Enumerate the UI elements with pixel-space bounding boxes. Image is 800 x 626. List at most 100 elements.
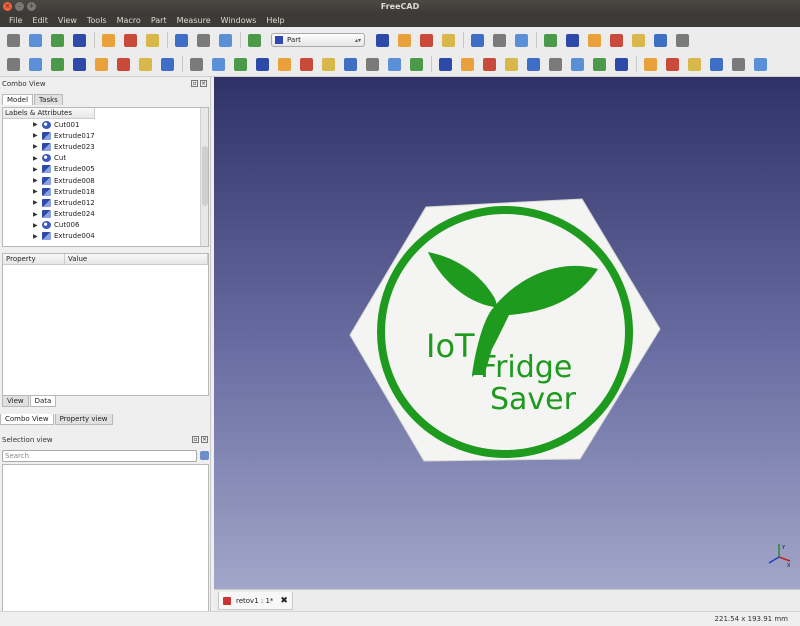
expand-arrow-icon[interactable]: ▶ — [33, 143, 42, 150]
new-file-button[interactable] — [4, 31, 22, 49]
search-clear-icon[interactable] — [200, 451, 209, 460]
join-button[interactable] — [524, 55, 542, 73]
view-front-button[interactable] — [563, 31, 581, 49]
tab-data[interactable]: Data — [29, 396, 57, 407]
tree-scrollbar-thumb[interactable] — [202, 146, 208, 206]
torus-button[interactable] — [92, 55, 110, 73]
expand-arrow-icon[interactable]: ▶ — [33, 199, 42, 206]
tree-item[interactable]: ▶ Extrude018 — [3, 186, 208, 197]
measure-clear-button[interactable] — [707, 55, 725, 73]
run-macro-button[interactable] — [439, 31, 457, 49]
menu-windows[interactable]: Windows — [216, 14, 262, 27]
tree-item[interactable]: ▶ Extrude004 — [3, 231, 208, 242]
refresh-button[interactable] — [216, 31, 234, 49]
close-selection-icon[interactable]: × — [201, 436, 208, 443]
fillet-button[interactable] — [253, 55, 271, 73]
tab-tasks[interactable]: Tasks — [34, 94, 63, 105]
redo-button[interactable] — [194, 31, 212, 49]
fit-all-button[interactable] — [468, 31, 486, 49]
expand-arrow-icon[interactable]: ▶ — [33, 155, 42, 162]
expand-arrow-icon[interactable]: ▶ — [33, 233, 42, 240]
float-selection-icon[interactable]: ▫ — [192, 436, 199, 443]
view-isometric-button[interactable] — [541, 31, 559, 49]
cut-button[interactable] — [99, 31, 117, 49]
expand-arrow-icon[interactable]: ▶ — [33, 121, 42, 128]
common-button[interactable] — [502, 55, 520, 73]
expand-arrow-icon[interactable]: ▶ — [33, 222, 42, 229]
check-geometry-button[interactable] — [590, 55, 608, 73]
stop-macro-button[interactable] — [395, 31, 413, 49]
extrude-button[interactable] — [187, 55, 205, 73]
undo-button[interactable] — [172, 31, 190, 49]
tree-scrollbar[interactable] — [200, 108, 208, 246]
expand-arrow-icon[interactable]: ▶ — [33, 166, 42, 173]
open-file-button[interactable] — [26, 31, 44, 49]
measure-refresh-button[interactable] — [685, 55, 703, 73]
close-panel-icon[interactable]: × — [200, 80, 207, 87]
defeaturing-button[interactable] — [612, 55, 630, 73]
chamfer-button[interactable] — [275, 55, 293, 73]
shape-builder-button[interactable] — [158, 55, 176, 73]
tab-property-view[interactable]: Property view — [54, 414, 113, 425]
print-button[interactable] — [70, 31, 88, 49]
fuse-button[interactable] — [480, 55, 498, 73]
tree-item[interactable]: ▶ Extrude008 — [3, 175, 208, 186]
tube-button[interactable] — [114, 55, 132, 73]
tree-item[interactable]: ▶ Cut006 — [3, 220, 208, 231]
menu-measure[interactable]: Measure — [172, 14, 216, 27]
document-tab[interactable]: retov1 : 1* ✖ — [218, 592, 293, 610]
primitives-button[interactable] — [136, 55, 154, 73]
mirror-button[interactable] — [231, 55, 249, 73]
view-top-button[interactable] — [585, 31, 603, 49]
view-rear-button[interactable] — [629, 31, 647, 49]
compound-button[interactable] — [568, 55, 586, 73]
menu-macro[interactable]: Macro — [112, 14, 146, 27]
tree-item[interactable]: ▶ Extrude005 — [3, 164, 208, 175]
tree-item[interactable]: ▶ Extrude017 — [3, 130, 208, 141]
edit-macro-button[interactable] — [417, 31, 435, 49]
toggle-delta-button[interactable] — [751, 55, 769, 73]
menu-view[interactable]: View — [53, 14, 82, 27]
selection-search-input[interactable]: Search — [2, 450, 197, 462]
expand-arrow-icon[interactable]: ▶ — [33, 132, 42, 139]
close-document-icon[interactable]: ✖ — [280, 596, 288, 606]
cylinder-button[interactable] — [26, 55, 44, 73]
float-panel-icon[interactable]: ▫ — [191, 80, 198, 87]
expand-arrow-icon[interactable]: ▶ — [33, 211, 42, 218]
menu-tools[interactable]: Tools — [82, 14, 112, 27]
tree-item[interactable]: ▶ Cut — [3, 153, 208, 164]
3d-viewport[interactable]: IoT Fridge Saver Y X — [214, 77, 800, 589]
view-right-button[interactable] — [607, 31, 625, 49]
cut-button[interactable] — [458, 55, 476, 73]
measure-angular-button[interactable] — [663, 55, 681, 73]
copy-button[interactable] — [121, 31, 139, 49]
record-macro-button[interactable] — [373, 31, 391, 49]
ruled-surface-button[interactable] — [319, 55, 337, 73]
view-left-button[interactable] — [673, 31, 691, 49]
sphere-button[interactable] — [48, 55, 66, 73]
measure-linear-button[interactable] — [641, 55, 659, 73]
expand-arrow-icon[interactable]: ▶ — [33, 188, 42, 195]
tab-model[interactable]: Model — [2, 94, 34, 105]
draw-style-button[interactable] — [512, 31, 530, 49]
cross-sections-button[interactable] — [407, 55, 425, 73]
tab-combo-view[interactable]: Combo View — [0, 414, 54, 425]
boolean-button[interactable] — [436, 55, 454, 73]
tree-item[interactable]: ▶ Extrude012 — [3, 197, 208, 208]
paste-button[interactable] — [143, 31, 161, 49]
sweep-button[interactable] — [363, 55, 381, 73]
menu-help[interactable]: Help — [261, 14, 289, 27]
view-bottom-button[interactable] — [651, 31, 669, 49]
menu-file[interactable]: File — [4, 14, 27, 27]
whats-this-button[interactable] — [245, 31, 263, 49]
box-button[interactable] — [4, 55, 22, 73]
expand-arrow-icon[interactable]: ▶ — [33, 177, 42, 184]
loft-button[interactable] — [341, 55, 359, 73]
tree-item[interactable]: ▶ Extrude024 — [3, 209, 208, 220]
section-button[interactable] — [385, 55, 403, 73]
tree-item[interactable]: ▶ Extrude023 — [3, 141, 208, 152]
menu-edit[interactable]: Edit — [27, 14, 53, 27]
workbench-selector[interactable]: Part ▴▾ — [271, 33, 365, 47]
tree-item[interactable]: ▶ Cut001 — [3, 119, 208, 130]
revolve-button[interactable] — [209, 55, 227, 73]
